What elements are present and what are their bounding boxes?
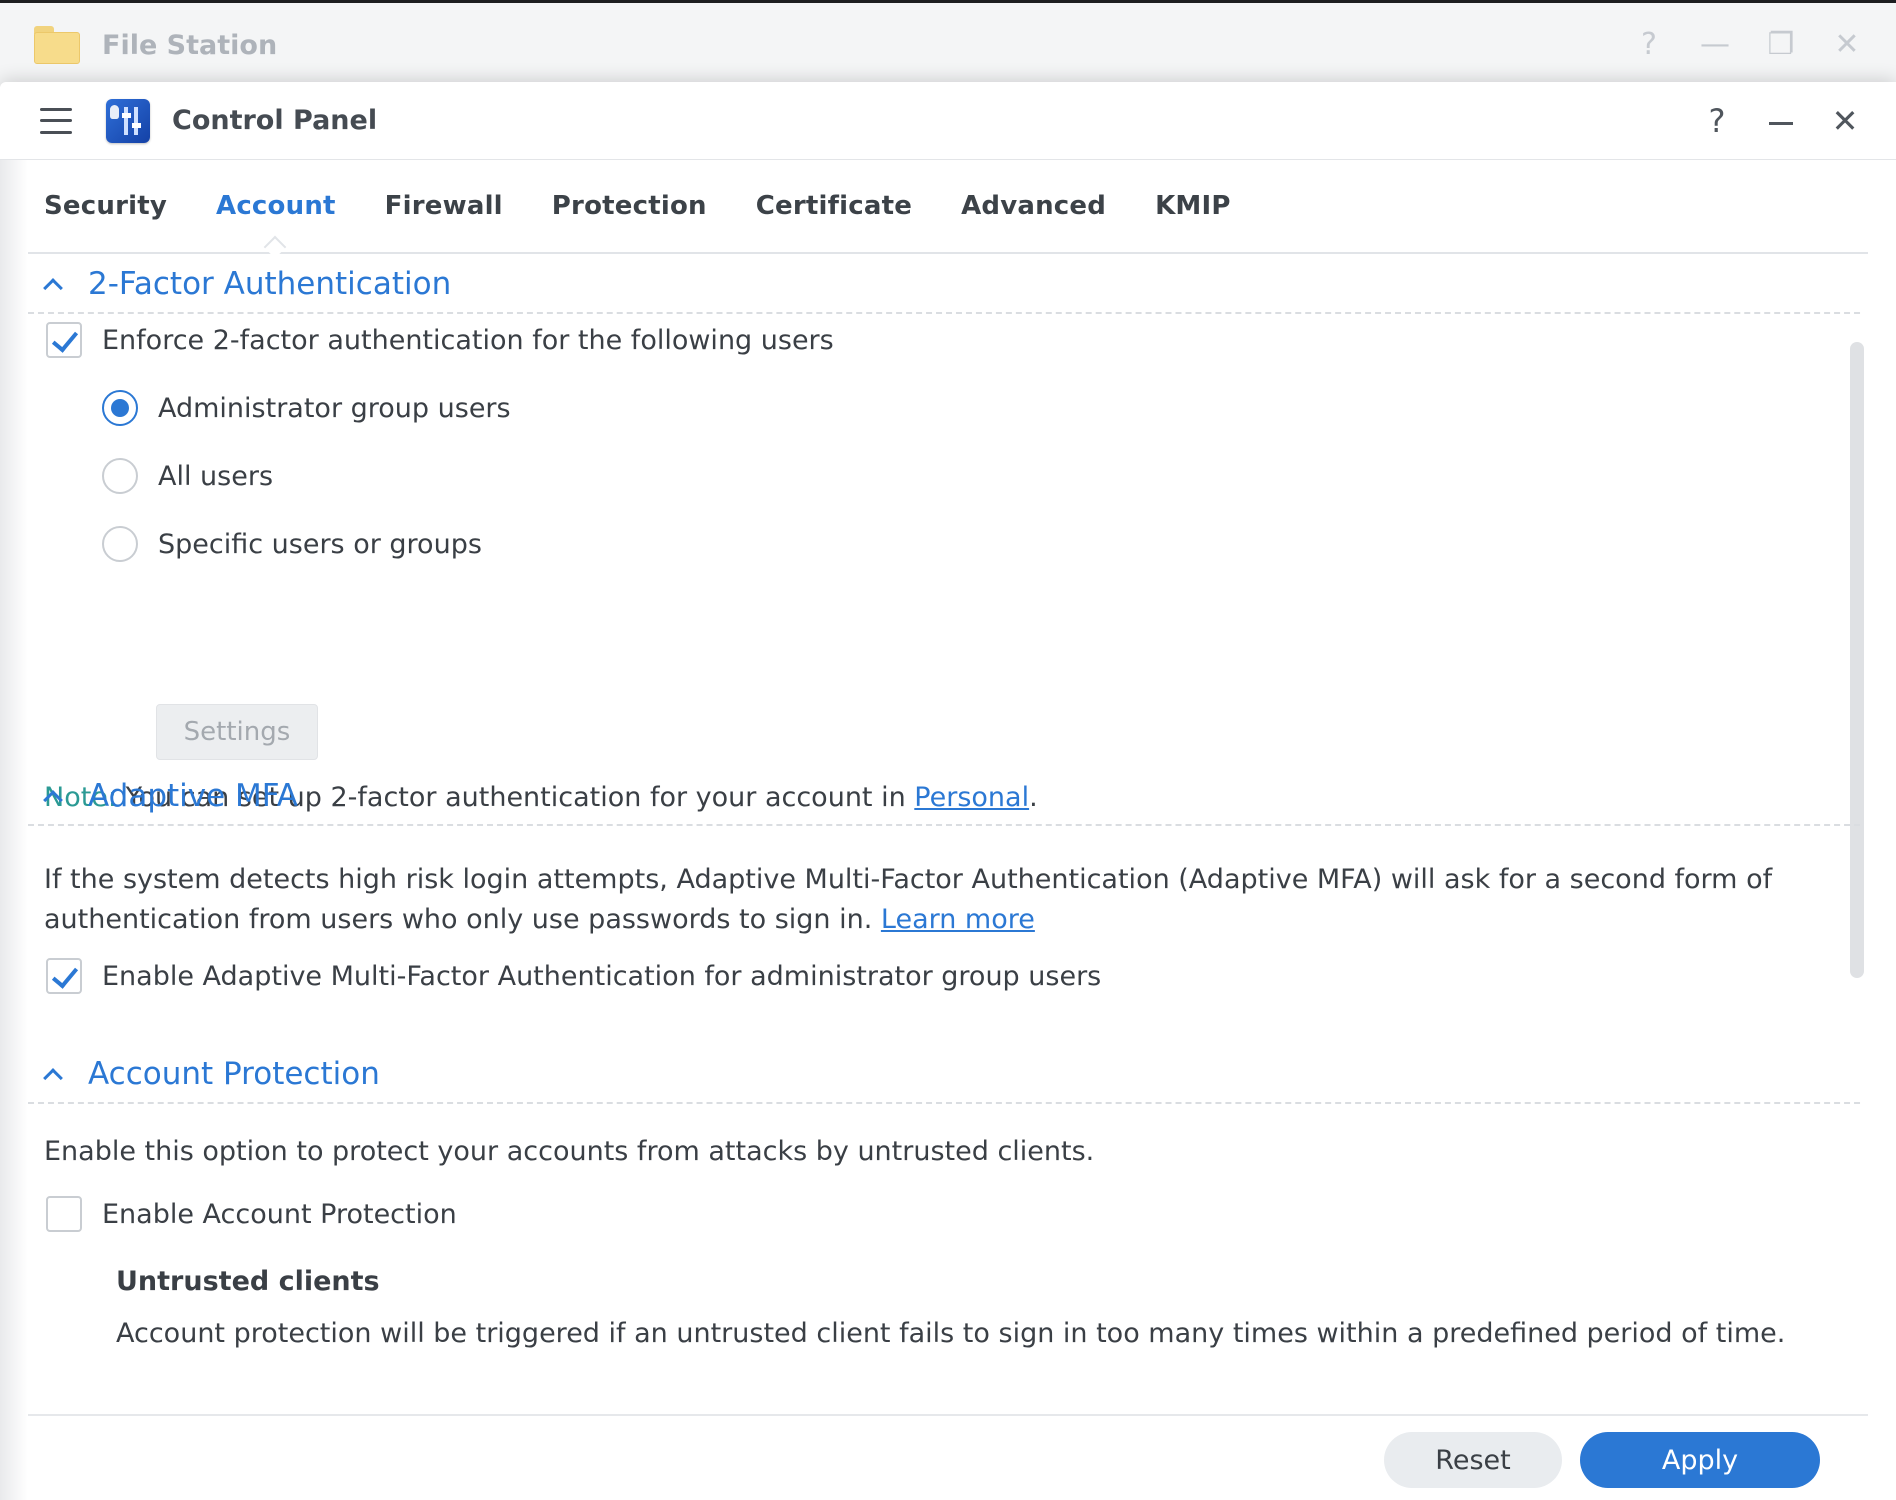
chevron-up-icon bbox=[43, 278, 63, 298]
settings-content: 2-Factor Authentication Enforce 2-factor… bbox=[28, 256, 1864, 1414]
section-title: 2-Factor Authentication bbox=[88, 266, 452, 302]
folder-icon bbox=[34, 26, 80, 64]
minimize-icon[interactable] bbox=[1764, 102, 1798, 140]
description-line-2: authentication from users who only use p… bbox=[44, 904, 1035, 935]
window-title: Control Panel bbox=[172, 105, 378, 136]
file-station-titlebar[interactable]: File Station bbox=[0, 3, 1896, 87]
file-station-title: File Station bbox=[102, 29, 278, 61]
window-controls: ? ✕ bbox=[1700, 102, 1862, 140]
adaptive-mfa-enable-label: Enable Adaptive Multi-Factor Authenticat… bbox=[102, 960, 1102, 992]
enforce-2fa-label: Enforce 2-factor authentication for the … bbox=[102, 324, 834, 356]
tab-certificate[interactable]: Certificate bbox=[756, 191, 912, 221]
specific-users-radio[interactable] bbox=[102, 526, 138, 562]
radio-admin-row: Administrator group users bbox=[102, 390, 511, 426]
control-panel-window: Control Panel ? ✕ Security Account Firew… bbox=[0, 82, 1896, 1500]
help-icon[interactable]: ? bbox=[1634, 27, 1664, 63]
untrusted-clients-heading: Untrusted clients bbox=[116, 1266, 380, 1297]
tab-kmip[interactable]: KMIP bbox=[1155, 191, 1231, 221]
tab-security[interactable]: Security bbox=[44, 191, 167, 221]
account-protection-section-header[interactable]: Account Protection bbox=[28, 1046, 1864, 1104]
specific-users-label: Specific users or groups bbox=[158, 528, 482, 560]
section-title: Account Protection bbox=[88, 1056, 380, 1092]
radio-all-row: All users bbox=[102, 458, 273, 494]
admin-users-label: Administrator group users bbox=[158, 392, 511, 424]
settings-button[interactable]: Settings bbox=[156, 704, 318, 760]
tab-firewall[interactable]: Firewall bbox=[385, 191, 503, 221]
account-protection-enable-row: Enable Account Protection bbox=[46, 1196, 457, 1232]
menu-icon[interactable] bbox=[40, 107, 72, 134]
account-protection-enable-label: Enable Account Protection bbox=[102, 1198, 457, 1230]
adaptive-mfa-checkbox[interactable] bbox=[46, 958, 82, 994]
reset-button[interactable]: Reset bbox=[1384, 1432, 1562, 1488]
two-factor-section-header[interactable]: 2-Factor Authentication bbox=[28, 256, 1864, 314]
enforce-2fa-checkbox[interactable] bbox=[46, 322, 82, 358]
adaptive-mfa-description: If the system detects high risk login at… bbox=[44, 860, 1772, 940]
chevron-up-icon bbox=[43, 790, 63, 810]
close-icon[interactable]: ✕ bbox=[1828, 102, 1862, 140]
section-title: Adaptive MFA bbox=[88, 778, 298, 814]
radio-specific-row: Specific users or groups bbox=[102, 526, 482, 562]
description-line-1: If the system detects high risk login at… bbox=[44, 864, 1773, 895]
adaptive-mfa-enable-row: Enable Adaptive Multi-Factor Authenticat… bbox=[46, 958, 1101, 994]
window-shadow bbox=[0, 160, 28, 1500]
account-protection-checkbox[interactable] bbox=[46, 1196, 82, 1232]
admin-users-radio[interactable] bbox=[102, 390, 138, 426]
help-icon[interactable]: ? bbox=[1700, 102, 1734, 140]
vertical-scrollbar[interactable] bbox=[1850, 342, 1864, 978]
control-panel-titlebar[interactable]: Control Panel ? ✕ bbox=[0, 82, 1896, 160]
tab-account[interactable]: Account bbox=[216, 191, 336, 221]
account-protection-description: Enable this option to protect your accou… bbox=[44, 1136, 1095, 1167]
restore-icon[interactable]: ❐ bbox=[1766, 27, 1796, 63]
footer-bar: Reset Apply bbox=[28, 1414, 1868, 1500]
close-icon[interactable]: ✕ bbox=[1832, 27, 1862, 63]
all-users-label: All users bbox=[158, 460, 274, 492]
file-station-window-controls: ? — ❐ ✕ bbox=[1634, 27, 1862, 63]
enforce-2fa-row: Enforce 2-factor authentication for the … bbox=[46, 322, 834, 358]
minimize-icon[interactable]: — bbox=[1700, 27, 1730, 63]
apply-button[interactable]: Apply bbox=[1580, 1432, 1820, 1488]
learn-more-link[interactable]: Learn more bbox=[881, 904, 1035, 935]
chevron-up-icon bbox=[43, 1068, 63, 1088]
tab-protection[interactable]: Protection bbox=[552, 191, 707, 221]
control-panel-icon bbox=[106, 98, 150, 143]
untrusted-clients-text: Account protection will be triggered if … bbox=[116, 1318, 1786, 1349]
tab-advanced[interactable]: Advanced bbox=[961, 191, 1106, 221]
all-users-radio[interactable] bbox=[102, 458, 138, 494]
tab-bar: Security Account Firewall Protection Cer… bbox=[28, 160, 1868, 254]
adaptive-mfa-section-header[interactable]: Adaptive MFA bbox=[28, 768, 1864, 826]
